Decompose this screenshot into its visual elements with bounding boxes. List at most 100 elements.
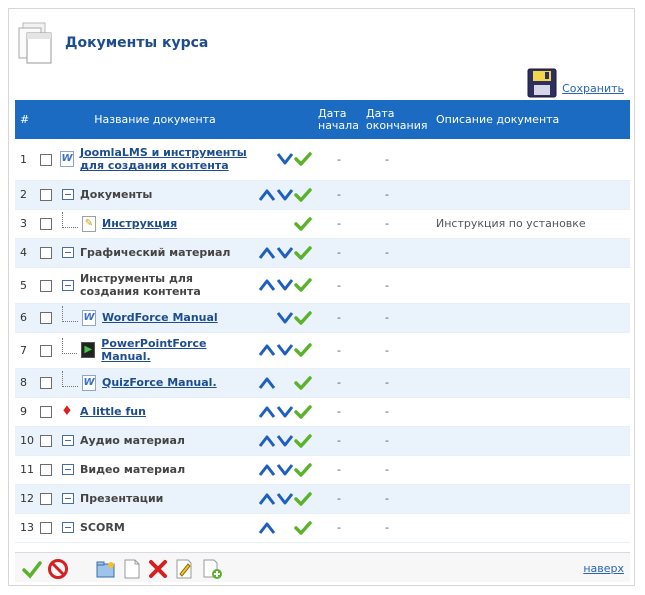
published-check-icon[interactable] [294,404,312,420]
row-checkbox[interactable] [40,522,52,534]
tree-line [62,305,78,322]
published-check-icon[interactable] [294,187,312,203]
move-down-icon[interactable] [276,277,294,293]
published-check-icon[interactable] [294,491,312,507]
published-check-icon[interactable] [294,310,312,326]
folder-icon[interactable] [62,279,74,291]
end-date: - [363,180,433,210]
start-date: - [315,368,363,398]
move-down-icon[interactable] [276,245,294,261]
move-down-icon[interactable] [276,462,294,478]
save-link[interactable]: Сохранить [562,82,624,95]
folder-icon[interactable] [62,464,74,475]
end-date: - [363,484,433,514]
document-link[interactable]: Инструкция [102,217,177,230]
end-date: - [363,209,433,239]
row-number: 3 [15,209,37,239]
published-check-icon[interactable] [294,520,312,536]
row-checkbox[interactable] [40,247,52,259]
published-check-icon[interactable] [294,216,312,232]
move-up-icon[interactable] [258,245,276,261]
row-checkbox[interactable] [40,435,52,447]
row-checkbox[interactable] [40,464,52,476]
folder-icon[interactable] [62,522,74,533]
move-up-icon[interactable] [258,520,276,536]
row-checkbox[interactable] [40,406,52,418]
delete-icon[interactable] [147,558,169,580]
published-check-icon[interactable] [294,245,312,261]
move-up-icon[interactable] [258,277,276,293]
start-date: - [315,426,363,456]
published-check-icon[interactable] [294,462,312,478]
start-date: - [315,180,363,210]
row-checkbox[interactable] [40,218,52,230]
folder-icon[interactable] [62,189,74,200]
table-row: 13 SCORM - - [15,513,630,543]
description [433,267,630,304]
new-document-icon[interactable] [121,558,143,580]
move-up-icon[interactable] [258,342,276,358]
folder-icon[interactable] [62,247,74,258]
folder-icon[interactable] [62,435,74,446]
move-down-icon[interactable] [276,187,294,203]
row-checkbox[interactable] [40,493,52,505]
save-disk-icon[interactable] [526,67,558,99]
published-check-icon[interactable] [294,433,312,449]
save-action[interactable]: Сохранить [526,67,624,99]
move-down-icon[interactable] [276,433,294,449]
back-to-top-link[interactable]: наверх [583,562,624,575]
documents-table: # Название документа Дата начала Дата ок… [15,100,630,543]
tree-line [62,338,78,354]
published-check-icon[interactable] [294,277,312,293]
move-down-icon[interactable] [276,491,294,507]
end-date: - [363,455,433,485]
row-checkbox[interactable] [40,153,52,166]
document-link[interactable]: A little fun [80,405,146,418]
word-doc-icon: W [82,309,96,326]
published-check-icon[interactable] [294,151,312,167]
move-up-icon[interactable] [258,404,276,420]
page-title: Документы курса [65,35,209,51]
document-link[interactable]: JoomlaLMS и инструменты для создания кон… [80,146,252,172]
move-down-icon[interactable] [276,310,294,326]
move-up-icon[interactable] [258,433,276,449]
row-checkbox[interactable] [40,344,52,357]
edit-icon[interactable] [173,558,195,580]
row-checkbox[interactable] [40,377,52,389]
col-start-date: Дата начала [315,100,363,139]
table-header-row: # Название документа Дата начала Дата ок… [15,100,630,139]
row-controls [255,267,315,304]
start-date: - [315,209,363,239]
table-row: 3 ✎ Инструкция - - Инструкция по установке [15,209,630,239]
document-link[interactable]: PowerPointForce Manual. [101,337,252,363]
document-link[interactable]: QuizForce Manual. [102,376,217,389]
move-down-icon[interactable] [276,404,294,420]
description [433,484,630,514]
row-number: 8 [15,368,37,398]
row-checkbox[interactable] [40,279,52,292]
move-up-icon[interactable] [258,187,276,203]
unpublish-icon[interactable] [47,558,69,580]
row-number: 2 [15,180,37,210]
move-up-icon[interactable] [258,491,276,507]
start-date: - [315,238,363,268]
move-down-icon[interactable] [276,151,294,167]
row-controls [255,513,315,543]
row-checkbox[interactable] [40,312,52,324]
start-date: - [315,513,363,543]
publish-icon[interactable] [21,558,43,580]
add-link-icon[interactable] [201,558,223,580]
folder-icon[interactable] [62,493,74,504]
new-folder-icon[interactable] [95,558,117,580]
published-check-icon[interactable] [294,342,312,358]
move-down-icon[interactable] [276,342,294,358]
row-checkbox[interactable] [40,189,52,201]
table-row: 5 Инструменты для создания контента - - [15,267,630,304]
published-check-icon[interactable] [294,375,312,391]
document-link[interactable]: WordForce Manual [102,311,218,324]
description [433,332,630,369]
move-up-icon[interactable] [258,462,276,478]
table-row: 4 Графический материал - - [15,238,630,268]
move-up-icon[interactable] [258,375,276,391]
table-row: 8 W QuizForce Manual. - - [15,368,630,398]
